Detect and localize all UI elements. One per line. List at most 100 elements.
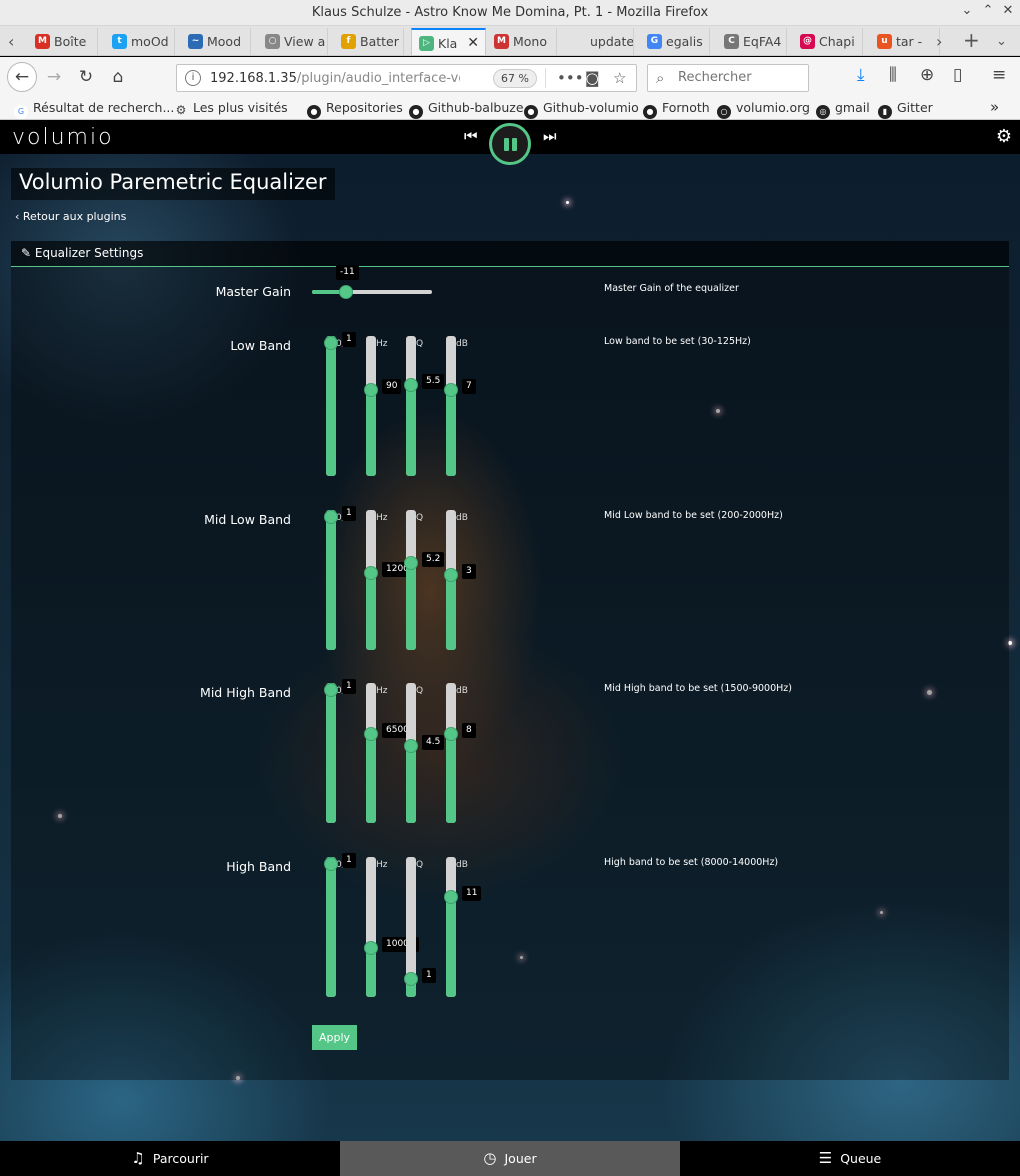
settings-gear-icon[interactable]: ⚙ [996, 126, 1012, 147]
tab-browse[interactable]: ♫ Parcourir [0, 1141, 340, 1176]
slider-value-tooltip: 5.2 [422, 552, 445, 567]
moode-icon: ~ [188, 34, 203, 49]
back-button[interactable]: ← [7, 62, 37, 92]
bookmark-star-icon[interactable]: ☆ [613, 69, 626, 87]
slider-handle[interactable] [364, 941, 378, 955]
band-slider[interactable]: 0/11 [324, 679, 356, 823]
next-track-icon[interactable]: ⏭ [543, 127, 557, 145]
browser-tab[interactable]: @ Chapi [793, 28, 863, 55]
search-bar[interactable]: ⌕ [647, 64, 809, 92]
sync-globe-icon[interactable]: ⊕ [920, 65, 934, 85]
url-text[interactable]: 192.168.1.35/plugin/audio_interface-volp… [210, 71, 460, 86]
site-info-icon[interactable]: i [185, 70, 201, 86]
browser-tab[interactable]: ~ Mood [181, 28, 251, 55]
search-input[interactable] [678, 70, 803, 85]
band-slider[interactable]: dB 7 [444, 336, 476, 476]
tab-list-chevron-down-icon[interactable]: ⌄ [996, 34, 1007, 49]
reload-button[interactable]: ↻ [72, 63, 100, 91]
slider-handle[interactable] [364, 566, 378, 580]
sidebar-icon[interactable]: ▯ [953, 65, 962, 85]
band-slider[interactable]: dB 3 [444, 510, 476, 650]
bookmark-item[interactable]: ◎ gmail [816, 100, 870, 119]
slider-handle[interactable] [404, 378, 418, 392]
browser-tab[interactable]: ▷ Kla ✕ [411, 28, 486, 55]
volumio-logo[interactable]: volumio [12, 125, 114, 150]
slider-handle[interactable] [339, 285, 353, 299]
maximize-icon[interactable]: ⌃ [979, 3, 997, 21]
slider-fill [446, 388, 456, 476]
pocket-icon[interactable]: ◙ [585, 69, 600, 87]
browser-tab[interactable]: M Boîte [28, 28, 98, 55]
bookmark-item[interactable]: ● Fornoth [643, 100, 710, 119]
slider-handle[interactable] [444, 727, 458, 741]
slider-handle[interactable] [404, 739, 418, 753]
slider-handle[interactable] [324, 857, 338, 871]
band-slider[interactable]: Hz 10000 [364, 857, 419, 997]
minimize-icon[interactable]: ⌄ [958, 3, 976, 21]
band-slider[interactable]: Q 4.5 [404, 683, 445, 823]
master-gain-slider[interactable]: -11 [312, 265, 432, 299]
back-to-plugins-link[interactable]: ‹ Retour aux plugins [15, 210, 126, 223]
apply-button[interactable]: Apply [312, 1025, 357, 1050]
browser-tab[interactable]: Gegalis [640, 28, 710, 55]
band-slider[interactable]: 0/11 [324, 853, 356, 997]
slider-handle[interactable] [444, 890, 458, 904]
library-icon[interactable]: ⫼ [889, 65, 897, 85]
url-bar[interactable]: i 192.168.1.35/plugin/audio_interface-vo… [176, 64, 637, 92]
slider-handle[interactable] [324, 510, 338, 524]
slider-handle[interactable] [324, 683, 338, 697]
forward-button[interactable]: → [40, 63, 68, 91]
tab-queue[interactable]: ☰ Queue [680, 1141, 1020, 1176]
band-slider[interactable]: Hz 1200 [364, 510, 413, 650]
browser-tab[interactable]: f Batter [334, 28, 404, 55]
browser-tab[interactable]: C EqFA4 [717, 28, 787, 55]
band-slider[interactable]: 0/11 [324, 506, 356, 650]
bookmark-item[interactable]: ● Repositories [307, 100, 403, 119]
slider-handle[interactable] [404, 972, 418, 986]
bookmark-item[interactable]: ● Github-balbuze [409, 100, 524, 119]
slider-handle[interactable] [364, 727, 378, 741]
pause-button[interactable] [489, 123, 531, 165]
band-slider[interactable]: dB 8 [444, 683, 476, 823]
page-actions-icon[interactable]: ••• [557, 69, 584, 87]
slider-unit-label: Hz [376, 860, 388, 870]
new-tab-icon[interactable]: + [963, 28, 980, 52]
slider-handle[interactable] [324, 336, 338, 350]
slider-handle[interactable] [404, 556, 418, 570]
slider-handle[interactable] [444, 383, 458, 397]
browser-tab[interactable]: ○ View a [258, 28, 328, 55]
bookmarks-overflow-icon[interactable]: » [990, 98, 999, 116]
bookmark-item[interactable]: G Résultat de recherch... [14, 100, 174, 119]
browser-tab[interactable]: u tar - [870, 28, 940, 55]
band-slider[interactable]: Q 5.2 [404, 510, 445, 650]
previous-track-icon[interactable]: ⏮ [464, 127, 478, 145]
bookmark-item[interactable]: ▮ Gitter [878, 100, 933, 119]
hamburger-menu-icon[interactable]: ≡ [992, 65, 1006, 85]
tab-play[interactable]: ◷ Jouer [340, 1141, 680, 1176]
gear-icon: ⚙ [175, 103, 187, 117]
close-tab-icon[interactable]: ✕ [467, 35, 479, 51]
tabs-scroll-right-icon[interactable]: › [936, 32, 942, 51]
debian-icon: @ [800, 34, 815, 49]
list-icon: ☰ [818, 1149, 833, 1167]
bookmark-item[interactable]: ⚙ Les plus visités [174, 100, 288, 117]
close-window-icon[interactable]: ✕ [999, 3, 1017, 21]
slider-handle[interactable] [364, 383, 378, 397]
browser-tab[interactable]: updates.v [564, 28, 634, 55]
home-button[interactable]: ⌂ [104, 63, 132, 91]
band-slider[interactable]: Q 5.5 [404, 336, 445, 476]
band-slider[interactable]: Hz 6500 [364, 683, 413, 823]
bookmark-item[interactable]: ● Github-volumio [524, 100, 639, 119]
slider-handle[interactable] [444, 568, 458, 582]
band-slider[interactable]: Q1 [404, 857, 436, 997]
browser-tab[interactable]: t moOd [105, 28, 175, 55]
band-slider[interactable]: 0/11 [324, 332, 356, 476]
browser-tab[interactable]: M Mono [487, 28, 557, 55]
band-slider[interactable]: dB 11 [444, 857, 482, 997]
band-slider[interactable]: Hz 90 [364, 336, 402, 476]
download-icon[interactable]: ⤓ [857, 65, 865, 85]
tabs-scroll-left-icon[interactable]: ‹ [8, 32, 14, 51]
bookmark-item[interactable]: ○ volumio.org [717, 100, 810, 119]
pause-icon [512, 138, 517, 151]
zoom-level-badge[interactable]: 67 % [493, 69, 537, 88]
